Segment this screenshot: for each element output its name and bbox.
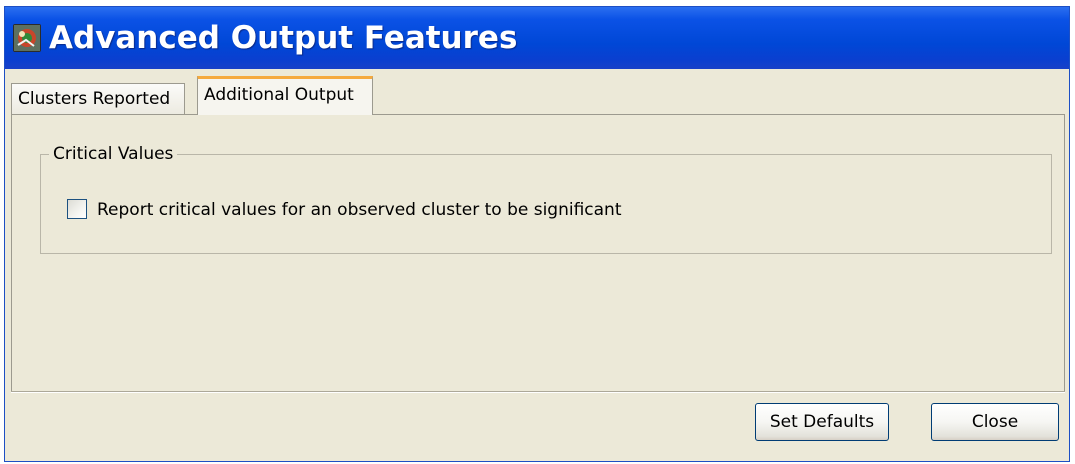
tab-panel-additional-output: Critical Values Report critical values f…	[11, 114, 1065, 393]
critical-values-group: Critical Values Report critical values f…	[40, 143, 1052, 254]
dialog-window: Advanced Output Features Clusters Report…	[4, 6, 1070, 462]
title-bar[interactable]: Advanced Output Features	[5, 7, 1069, 69]
report-critical-values-label[interactable]: Report critical values for an observed c…	[97, 198, 622, 222]
tab-clusters-reported[interactable]: Clusters Reported	[11, 83, 185, 115]
set-defaults-button[interactable]: Set Defaults	[755, 403, 889, 441]
window-title: Advanced Output Features	[49, 20, 518, 56]
report-critical-values-checkbox[interactable]	[67, 199, 87, 219]
tab-additional-output[interactable]: Additional Output	[197, 76, 373, 115]
app-icon[interactable]	[13, 24, 41, 52]
close-button[interactable]: Close	[931, 403, 1059, 441]
group-title: Critical Values	[49, 143, 178, 165]
tab-strip: Clusters Reported Additional Output	[11, 73, 1065, 115]
footer-separator	[11, 391, 1065, 393]
